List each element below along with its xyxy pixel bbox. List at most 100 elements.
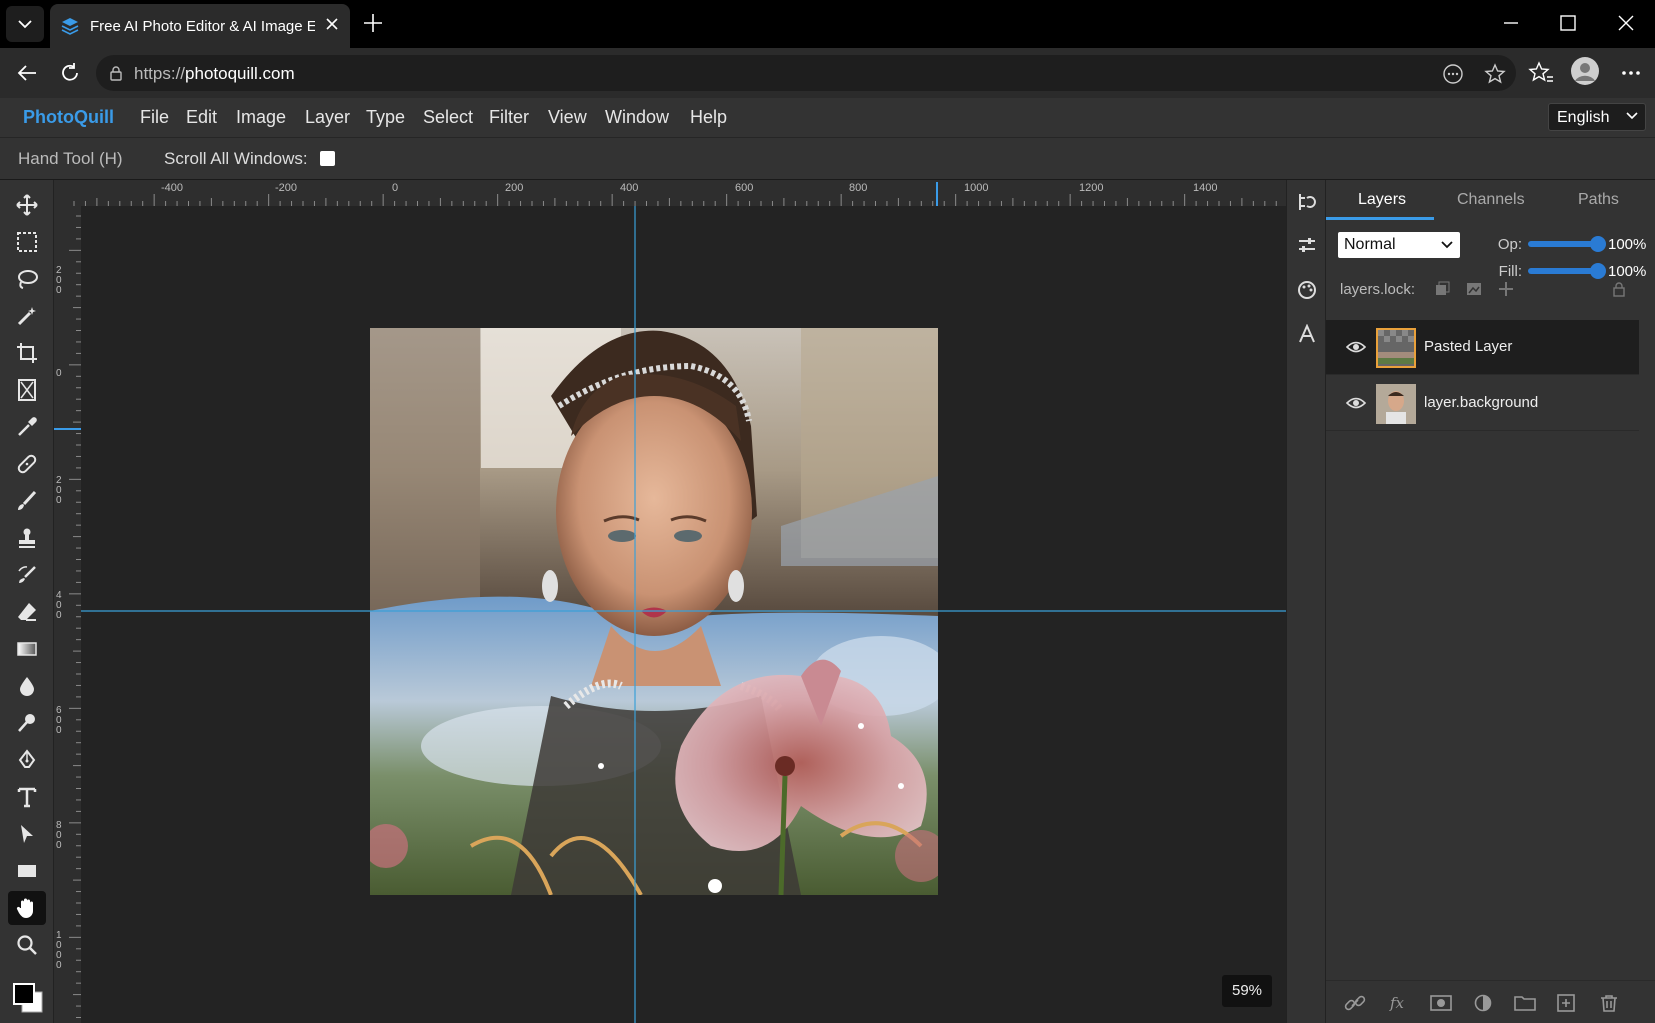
character-panel-icon[interactable] bbox=[1297, 324, 1317, 344]
menu-edit[interactable]: Edit bbox=[186, 107, 217, 128]
color-swatches[interactable] bbox=[12, 980, 44, 1021]
adjustments-panel-icon[interactable] bbox=[1297, 235, 1317, 255]
minimize-icon[interactable] bbox=[1500, 12, 1522, 34]
menu-window[interactable]: Window bbox=[605, 107, 669, 128]
back-icon[interactable] bbox=[14, 60, 40, 86]
reload-icon[interactable] bbox=[57, 60, 83, 86]
bandage-icon bbox=[17, 454, 37, 474]
lock-transparency-icon[interactable] bbox=[1434, 281, 1450, 297]
layer-row-background[interactable]: layer.background bbox=[1326, 376, 1639, 431]
ruler-label: 0 bbox=[56, 368, 62, 379]
zoom-level-indicator[interactable]: 59% bbox=[1222, 975, 1272, 1007]
fill-control: Fill: 100% bbox=[1466, 261, 1655, 281]
zoom-tool[interactable] bbox=[8, 928, 46, 962]
scroll-all-windows-checkbox[interactable] bbox=[320, 151, 335, 166]
magic-wand-tool[interactable] bbox=[8, 299, 46, 333]
path-select-tool[interactable] bbox=[8, 817, 46, 851]
eyedropper-tool[interactable] bbox=[8, 410, 46, 444]
shape-tool[interactable] bbox=[8, 854, 46, 888]
eye-visibility-icon[interactable] bbox=[1346, 394, 1366, 412]
more-menu-icon[interactable] bbox=[1620, 60, 1642, 86]
opacity-slider-thumb[interactable] bbox=[1590, 236, 1606, 252]
lock-position-icon[interactable] bbox=[1498, 281, 1514, 297]
scroll-all-windows-label: Scroll All Windows: bbox=[164, 149, 308, 168]
arrow-cursor-icon bbox=[21, 825, 33, 843]
droplet-icon bbox=[20, 677, 34, 696]
adjustment-layer-icon[interactable] bbox=[1472, 994, 1494, 1012]
favorite-star-icon[interactable] bbox=[1484, 63, 1506, 85]
color-palette-icon[interactable] bbox=[1297, 280, 1317, 300]
history-panel-icon[interactable] bbox=[1297, 192, 1317, 212]
menu-file[interactable]: File bbox=[140, 107, 169, 128]
tab-actions-button[interactable] bbox=[6, 6, 44, 42]
new-layer-icon[interactable] bbox=[1556, 994, 1578, 1012]
browser-titlebar: Free AI Photo Editor & AI Image Ed bbox=[0, 0, 1655, 48]
menu-help[interactable]: Help bbox=[690, 107, 727, 128]
magnifier-icon bbox=[17, 935, 37, 955]
menu-layer[interactable]: Layer bbox=[305, 107, 350, 128]
language-select[interactable]: English bbox=[1548, 103, 1646, 131]
ruler-label: 600 bbox=[56, 705, 62, 736]
brush-tool[interactable] bbox=[8, 484, 46, 518]
close-tab-icon[interactable] bbox=[324, 16, 340, 32]
eraser-tool[interactable] bbox=[8, 595, 46, 629]
type-tool[interactable] bbox=[8, 780, 46, 814]
dodge-tool[interactable] bbox=[8, 706, 46, 740]
opacity-control: Op: 100% bbox=[1466, 234, 1655, 254]
stamp-tool[interactable] bbox=[8, 521, 46, 555]
eye-visibility-icon[interactable] bbox=[1346, 338, 1366, 356]
lasso-tool[interactable] bbox=[8, 262, 46, 296]
link-layers-icon[interactable] bbox=[1344, 994, 1366, 1012]
marquee-tool[interactable] bbox=[8, 225, 46, 259]
menu-filter[interactable]: Filter bbox=[489, 107, 529, 128]
layer-thumbnail bbox=[1376, 384, 1416, 424]
dodge-icon bbox=[18, 714, 35, 732]
crop-tool[interactable] bbox=[8, 336, 46, 370]
tool-options-bar: Hand Tool (H) Scroll All Windows: bbox=[0, 138, 1655, 180]
app-brand[interactable]: PhotoQuill bbox=[23, 107, 114, 128]
blur-tool[interactable] bbox=[8, 669, 46, 703]
lock-all-icon[interactable] bbox=[1611, 281, 1627, 297]
portrait-thumbnail-icon bbox=[1376, 384, 1416, 424]
ruler-label: 1400 bbox=[1193, 182, 1218, 194]
tab-channels[interactable]: Channels bbox=[1457, 191, 1525, 209]
opacity-slider-track[interactable] bbox=[1528, 241, 1596, 247]
tab-layers[interactable]: Layers bbox=[1358, 191, 1406, 209]
maximize-icon[interactable] bbox=[1557, 12, 1579, 34]
opacity-label: Op: bbox=[1497, 236, 1522, 253]
move-tool[interactable] bbox=[8, 188, 46, 222]
layer-row-pasted[interactable]: Pasted Layer bbox=[1326, 320, 1639, 375]
hand-tool[interactable] bbox=[8, 891, 46, 925]
fill-slider-track[interactable] bbox=[1528, 268, 1596, 274]
delete-layer-trash-icon[interactable] bbox=[1598, 994, 1620, 1012]
favorites-icon[interactable] bbox=[1528, 60, 1554, 86]
blend-mode-select[interactable]: Normal bbox=[1338, 232, 1460, 258]
new-group-folder-icon[interactable] bbox=[1514, 994, 1536, 1012]
history-brush-tool[interactable] bbox=[8, 558, 46, 592]
fx-effects-icon[interactable]: fx bbox=[1388, 994, 1410, 1012]
layers-panel: Layers Channels Paths Normal Op: 100% Fi… bbox=[1326, 180, 1655, 1023]
menu-view[interactable]: View bbox=[548, 107, 587, 128]
new-tab-icon[interactable] bbox=[362, 12, 384, 34]
language-value: English bbox=[1557, 109, 1610, 126]
url-field[interactable]: https://photoquill.com bbox=[96, 55, 1516, 91]
ruler-label: 400 bbox=[56, 590, 62, 621]
menu-type[interactable]: Type bbox=[366, 107, 405, 128]
layer-mask-icon[interactable] bbox=[1430, 994, 1452, 1012]
menu-image[interactable]: Image bbox=[236, 107, 286, 128]
browser-tab[interactable]: Free AI Photo Editor & AI Image Ed bbox=[50, 4, 350, 48]
panel-icon-strip bbox=[1286, 180, 1326, 1023]
ruler-label: 200 bbox=[56, 265, 62, 296]
more-page-icon[interactable] bbox=[1442, 63, 1464, 85]
menu-select[interactable]: Select bbox=[423, 107, 473, 128]
fill-slider-thumb[interactable] bbox=[1590, 263, 1606, 279]
frame-tool[interactable] bbox=[8, 373, 46, 407]
close-window-icon[interactable] bbox=[1615, 12, 1637, 34]
gradient-tool[interactable] bbox=[8, 632, 46, 666]
canvas-viewport[interactable]: 59% bbox=[81, 206, 1286, 1023]
lock-image-icon[interactable] bbox=[1466, 281, 1482, 297]
profile-avatar-icon[interactable] bbox=[1570, 56, 1600, 86]
healing-tool[interactable] bbox=[8, 447, 46, 481]
pen-tool[interactable] bbox=[8, 743, 46, 777]
tab-paths[interactable]: Paths bbox=[1578, 191, 1619, 209]
